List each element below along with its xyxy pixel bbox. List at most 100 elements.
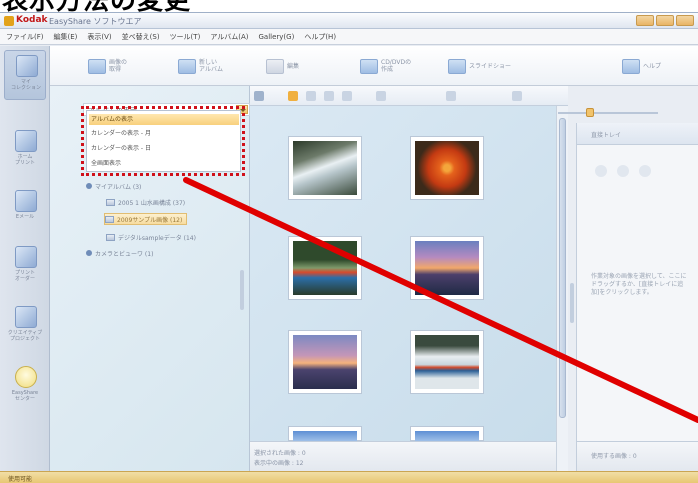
thumbnail[interactable] (410, 330, 484, 394)
thumbnail[interactable] (410, 426, 484, 442)
bulb-icon (15, 366, 37, 388)
info-icon[interactable] (376, 91, 386, 101)
tree-node-my-albums[interactable]: マイアルバム (3) (86, 180, 141, 192)
menu-help[interactable]: ヘルプ(H) (304, 32, 336, 42)
rail-item-home-print[interactable]: ホーム プリント (4, 126, 46, 176)
task-rail: マイ コレクション ホーム プリント Eメール プリント オーダー クリエイティ… (0, 46, 50, 471)
rail-item-easyshare-center[interactable]: EasyShare センター (4, 362, 46, 412)
menu-album[interactable]: アルバム(A) (210, 32, 248, 42)
create-cd-dvd-button[interactable]: CD/DVDの 作成 (360, 56, 421, 76)
tree-label: マイアルバム (3) (95, 183, 142, 191)
print-icon (15, 130, 37, 152)
order-icon (15, 246, 37, 268)
thumbnail[interactable] (288, 330, 362, 394)
tray-title: 直接トレイ (591, 132, 622, 139)
rotate-icon[interactable] (306, 91, 316, 101)
disc-icon (360, 58, 378, 74)
rail-item-email[interactable]: Eメール (4, 186, 46, 236)
highlight-box (81, 106, 245, 176)
rail-item-print-order[interactable]: プリント オーダー (4, 242, 46, 292)
photo (293, 141, 357, 195)
status-text: 使用可能 (8, 476, 33, 483)
tree-label: デジタルsampleデータ (14) (118, 234, 196, 242)
rail-item-my-collection[interactable]: マイ コレクション (4, 50, 46, 100)
slider-knob[interactable] (586, 108, 594, 117)
kodak-logo-icon (4, 16, 14, 26)
slider-track (558, 112, 658, 114)
tray-splitter[interactable] (570, 283, 574, 323)
thumbnail[interactable] (288, 236, 362, 300)
email-icon (15, 190, 37, 212)
tree-label: 2009サンプル画像 (12) (117, 216, 183, 224)
tray-remove-icon[interactable] (617, 165, 629, 177)
tray-footer: 使用する画像 : 0 (577, 441, 698, 471)
expand-icon[interactable] (86, 250, 92, 256)
photo (415, 141, 479, 195)
tree-node-album[interactable]: デジタルsampleデータ (14) (106, 231, 196, 243)
close-button[interactable] (676, 15, 694, 26)
toolbar-label: 編集 (287, 62, 300, 70)
title-brand: Kodak (16, 15, 48, 25)
thumbnail-toolbar (250, 86, 568, 106)
toolbar-label: 画像の 取得 (109, 59, 128, 73)
tree-node-album[interactable]: 2005 1 山水画構成 (37) (106, 196, 185, 208)
menu-edit[interactable]: 編集(E) (54, 32, 78, 42)
menu-view[interactable]: 表示(V) (87, 32, 111, 42)
menu-file[interactable]: ファイル(F) (6, 32, 44, 42)
rail-label: クリエイティブ プロジェクト (7, 330, 43, 342)
scrollbar-thumb[interactable] (559, 118, 566, 418)
thumbnail[interactable] (410, 136, 484, 200)
album-icon (106, 198, 115, 206)
trash-icon[interactable] (342, 91, 352, 101)
print-icon[interactable] (446, 91, 456, 101)
photo (415, 335, 479, 389)
status-bar: 使用可能 (0, 471, 698, 483)
tray-clear-icon[interactable] (639, 165, 651, 177)
project-tray: 直接トレイ 作業対象の画像を選択して、ここにドラッグするか、[直接トレイに追加]… (576, 123, 698, 471)
star-icon[interactable] (288, 91, 298, 101)
shown-count: 表示中の画像 : 12 (254, 460, 304, 467)
minus-icon[interactable] (512, 91, 522, 101)
rail-label: マイ コレクション (10, 79, 41, 91)
get-pictures-button[interactable]: 画像の 取得 (88, 56, 149, 76)
rail-label: ホーム プリント (14, 154, 35, 166)
collection-icon (16, 55, 38, 77)
selected-count: 選択された画像 : 0 (254, 450, 306, 457)
tray-icons (595, 165, 651, 177)
tray-count: 使用する画像 : 0 (591, 453, 637, 460)
grid-view-icon[interactable] (254, 91, 264, 101)
new-album-button[interactable]: 新しい アルバム (178, 56, 239, 76)
toolbar-label: CD/DVDの 作成 (381, 59, 412, 73)
rotate-right-icon[interactable] (324, 91, 334, 101)
page-caption: 表示方法の変更 (0, 0, 698, 14)
tree-node-album-selected[interactable]: 2009サンプル画像 (12) (104, 213, 188, 225)
rail-item-creative-projects[interactable]: クリエイティブ プロジェクト (4, 302, 46, 352)
window-controls (636, 15, 694, 26)
thumbnail-scrollbar[interactable] (556, 106, 568, 471)
project-icon (15, 306, 37, 328)
thumbnail[interactable] (288, 136, 362, 200)
tray-header: 直接トレイ (577, 123, 698, 145)
tray-hint: 作業対象の画像を選択して、ここにドラッグするか、[直接トレイに追加]をクリックし… (591, 273, 687, 296)
thumbnail[interactable] (288, 426, 362, 442)
rail-label: Eメール (15, 214, 35, 220)
thumbnail[interactable] (410, 236, 484, 300)
pane-splitter[interactable] (240, 270, 244, 310)
menu-sort[interactable]: 並べ替え(S) (122, 32, 160, 42)
title-bar: Kodak EasyShare ソフトウエア (0, 13, 698, 29)
toolbar-label: ヘルプ (643, 62, 662, 70)
toolbar-label: 新しい アルバム (199, 59, 223, 73)
expand-icon[interactable] (86, 183, 92, 189)
tree-node-camera[interactable]: カメラとビューワ (1) (86, 247, 153, 259)
menu-tools[interactable]: ツール(T) (170, 32, 201, 42)
maximize-button[interactable] (656, 15, 674, 26)
main-toolbar: 画像の 取得 新しい アルバム 編集 CD/DVDの 作成 スライドショー ヘル… (50, 46, 698, 86)
album-icon (106, 233, 115, 241)
edit-button[interactable]: 編集 (266, 56, 327, 76)
minimize-button[interactable] (636, 15, 654, 26)
help-button[interactable]: ヘルプ (622, 56, 683, 76)
menu-gallery[interactable]: Gallery(G) (259, 33, 295, 41)
slideshow-button[interactable]: スライドショー (448, 56, 529, 76)
zoom-slider[interactable] (540, 108, 668, 117)
tray-add-icon[interactable] (595, 165, 607, 177)
